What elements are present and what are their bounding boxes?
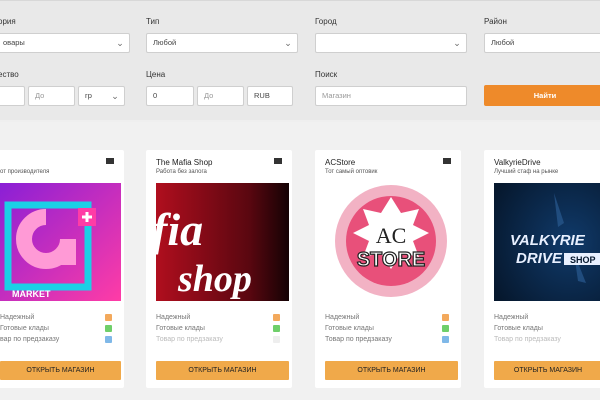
ready-check-icon [442,325,449,332]
district-select[interactable]: Любой [484,33,600,53]
type-select[interactable]: Любой ⌄ [146,33,298,53]
quantity-from-input[interactable] [0,86,25,106]
feature-ready: Готовые клады [325,325,374,332]
shop-name: ACStore [325,158,356,167]
open-shop-button[interactable]: ОТКРЫТЬ МАГАЗИН [494,361,600,380]
price-label: Цена [146,70,166,79]
feature-preorder: вар по предзаказу [0,336,60,343]
shop-logo: VALKYRIE DRIVE SHOP [494,183,600,301]
search-input[interactable]: Магазин [315,86,467,106]
search-label: Поиск [315,70,338,79]
search-placeholder: Магазин [322,91,351,100]
feature-ready: Готовые клады [156,325,205,332]
shop-card[interactable]: The Mafia Shop Работа без залога fia sho… [146,150,292,388]
feature-preorder: Товар по предзаказу [325,336,392,343]
category-select[interactable]: овары ⌄ [0,33,130,53]
open-shop-button[interactable]: ОТКРЫТЬ МАГАЗИН [325,361,458,380]
logo-text: MARKET [12,289,51,299]
unit-select[interactable]: гр ⌄ [78,86,125,106]
shop-logo: MARKET [0,183,121,301]
feature-preorder: Товар по предзаказу [494,336,561,343]
ready-check-icon [273,325,280,332]
quantity-to-input[interactable]: До [28,86,75,106]
category-value: овары [3,38,25,47]
feature-reliable: Надежный [156,314,191,321]
shop-subtitle: Лучший стаф на рынке [494,169,559,175]
find-button[interactable]: Найти [484,85,600,106]
price-from-input[interactable]: 0 [146,86,194,106]
type-label: Тип [146,17,160,26]
quantity-to-placeholder: До [35,91,45,100]
price-to-placeholder: До [204,91,214,100]
reliable-check-icon [105,314,112,321]
feature-preorder: Товар по предзаказу [156,336,223,343]
reliable-check-icon [273,314,280,321]
logo-text: SHOP [570,255,596,265]
acstore-logo-graphic: AC STORE [335,185,447,297]
category-label: ория [0,17,16,26]
ready-check-icon [105,325,112,332]
city-select[interactable]: ⌄ [315,33,467,53]
district-value: Любой [491,38,515,47]
currency-value: RUB [254,91,270,100]
shop-grid: от производителя MARKET Надежный Готовые… [0,122,600,400]
shop-subtitle: Работа без залога [156,169,207,175]
shop-subtitle: от производителя [0,169,50,175]
feature-reliable: Надежный [325,314,360,321]
feature-reliable: Надежный [494,314,529,321]
shop-logo: fia shop [156,183,289,301]
logo-text: shop [177,258,252,300]
preorder-check-icon [105,336,112,343]
price-to-input[interactable]: До [197,86,244,106]
market-logo-graphic: MARKET [0,183,121,301]
currency-field[interactable]: RUB [247,86,293,106]
feature-ready: Готовые клады [494,325,543,332]
shop-card[interactable]: от производителя MARKET Надежный Готовые… [0,150,124,388]
mail-icon[interactable] [106,158,114,164]
mail-icon[interactable] [274,158,282,164]
shop-card[interactable]: ACStore Тот самый оптовик AC STORE Надеж… [315,150,461,388]
logo-text: AC [376,223,407,248]
shop-logo: AC STORE [325,183,458,301]
chevron-down-icon: ⌄ [284,38,292,48]
valkyrie-logo-graphic: VALKYRIE DRIVE SHOP [494,183,600,301]
preorder-check-icon [442,336,449,343]
shop-name: The Mafia Shop [156,158,213,167]
district-label: Район [484,17,507,26]
preorder-check-icon [273,336,280,343]
shop-name: ValkyrieDrive [494,158,541,167]
logo-text: STORE [357,249,426,271]
filter-panel: ория овары ⌄ Тип Любой ⌄ Город ⌄ Район Л… [0,0,600,120]
chevron-down-icon: ⌄ [453,38,461,48]
logo-text: DRIVE [516,250,563,267]
logo-text: VALKYRIE [510,232,586,249]
open-shop-button[interactable]: ОТКРЫТЬ МАГАЗИН [0,361,121,380]
type-value: Любой [153,38,177,47]
quantity-label: ество [0,70,19,79]
shop-subtitle: Тот самый оптовик [325,169,378,175]
city-label: Город [315,17,337,26]
chevron-down-icon: ⌄ [116,38,124,48]
chevron-down-icon: ⌄ [111,91,119,101]
feature-ready: Готовые клады [0,325,49,332]
feature-reliable: Надежный [0,314,35,321]
logo-text: fia [156,204,203,255]
shop-card[interactable]: ValkyrieDrive Лучший стаф на рынке VALKY… [484,150,600,388]
unit-value: гр [85,91,92,100]
mafia-logo-graphic: fia shop [156,183,289,301]
open-shop-button[interactable]: ОТКРЫТЬ МАГАЗИН [156,361,289,380]
reliable-check-icon [442,314,449,321]
mail-icon[interactable] [443,158,451,164]
price-from-value: 0 [153,91,158,100]
